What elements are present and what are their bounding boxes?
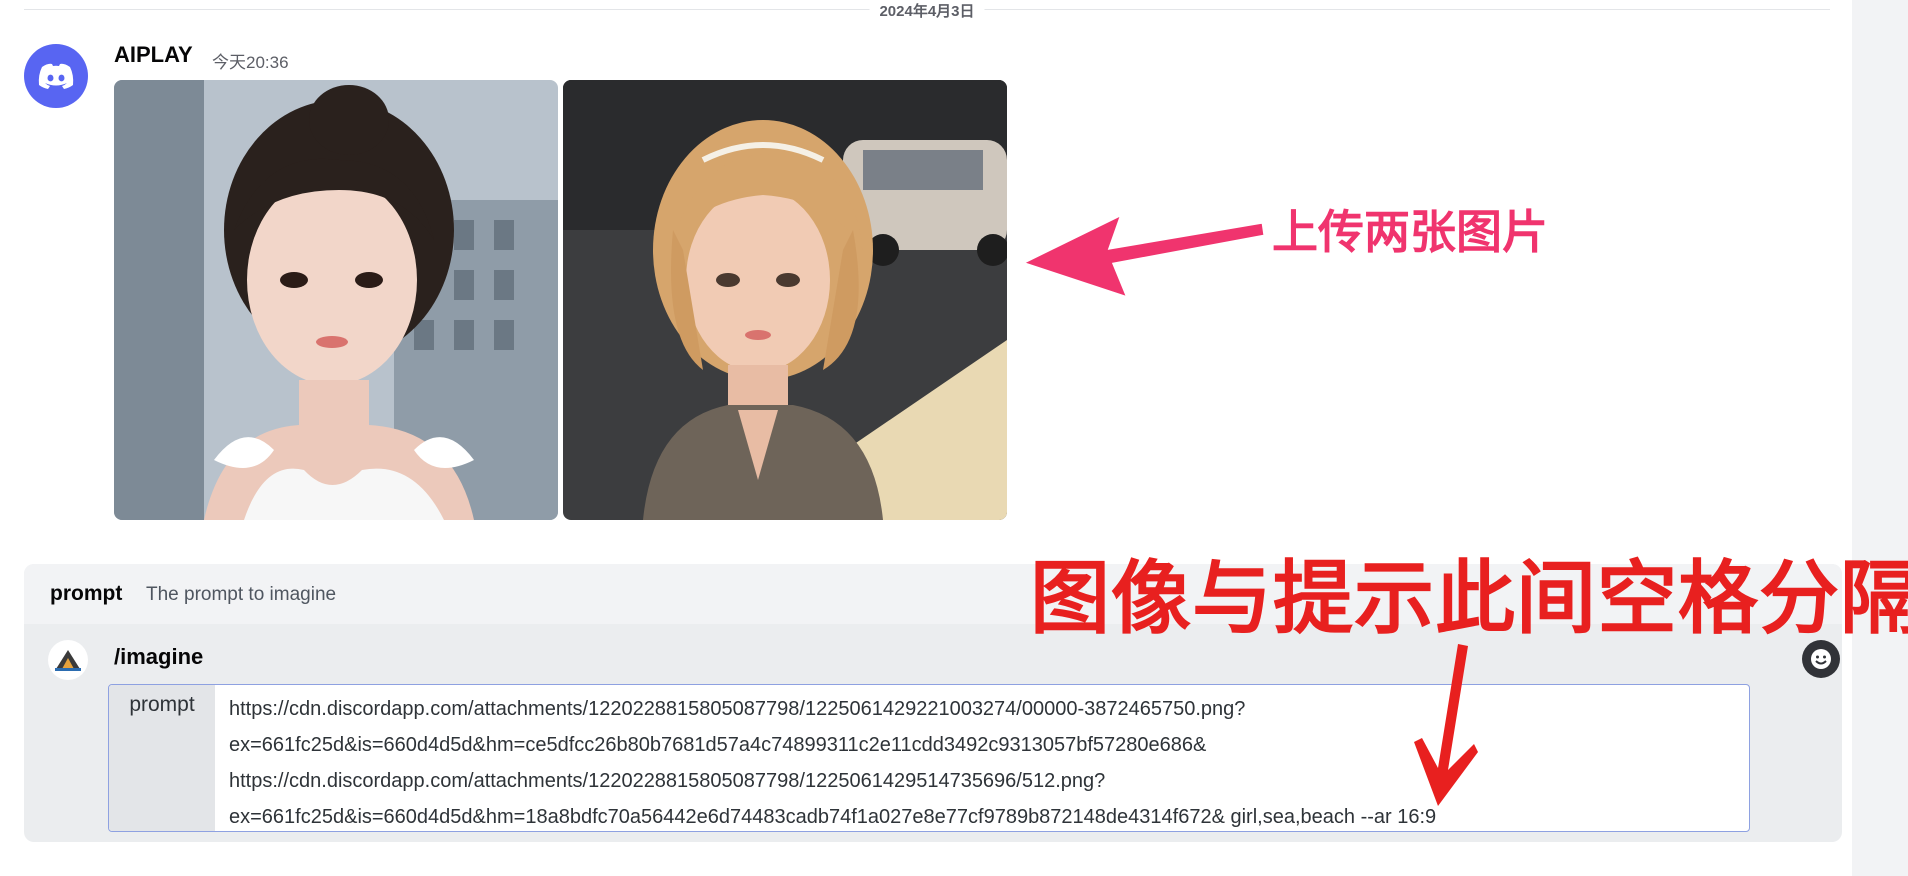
- option-description: The prompt to imagine: [146, 584, 337, 605]
- arrow-down-icon: [1414, 644, 1478, 806]
- right-rail: [1852, 0, 1908, 876]
- prompt-line: https://cdn.discordapp.com/attachments/1…: [229, 770, 1106, 792]
- date-divider: 2024年4月3日: [24, 0, 1830, 21]
- prompt-line: ex=661fc25d&is=660d4d5d&hm=ce5dfcc26b80b…: [229, 734, 1207, 756]
- date-label: 2024年4月3日: [869, 0, 985, 21]
- attachment-image-2[interactable]: [563, 80, 1007, 520]
- attachment-image-1[interactable]: [114, 80, 558, 520]
- username[interactable]: AIPLAY: [114, 42, 193, 68]
- prompt-line: https://cdn.discordapp.com/attachments/1…: [229, 698, 1246, 720]
- annotation-space-separator: 图像与提示此间空格分隔: [1030, 554, 1908, 643]
- arrow-left-icon: [1018, 211, 1267, 301]
- timestamp: 今天20:36: [212, 53, 289, 72]
- avatar[interactable]: [24, 44, 88, 108]
- option-name: prompt: [50, 582, 123, 605]
- app-avatar-icon: [48, 640, 88, 680]
- annotation-upload-two-images: 上传两张图片: [1272, 206, 1548, 258]
- prompt-text[interactable]: https://cdn.discordapp.com/attachments/1…: [229, 691, 1739, 831]
- discord-logo-icon: [38, 63, 74, 89]
- prompt-line: ex=661fc25d&is=660d4d5d&hm=18a8bdfc70a56…: [229, 806, 1437, 828]
- command-name[interactable]: /imagine: [114, 644, 203, 670]
- prompt-input[interactable]: prompt https://cdn.discordapp.com/attach…: [108, 684, 1750, 832]
- prompt-label: prompt: [109, 685, 215, 831]
